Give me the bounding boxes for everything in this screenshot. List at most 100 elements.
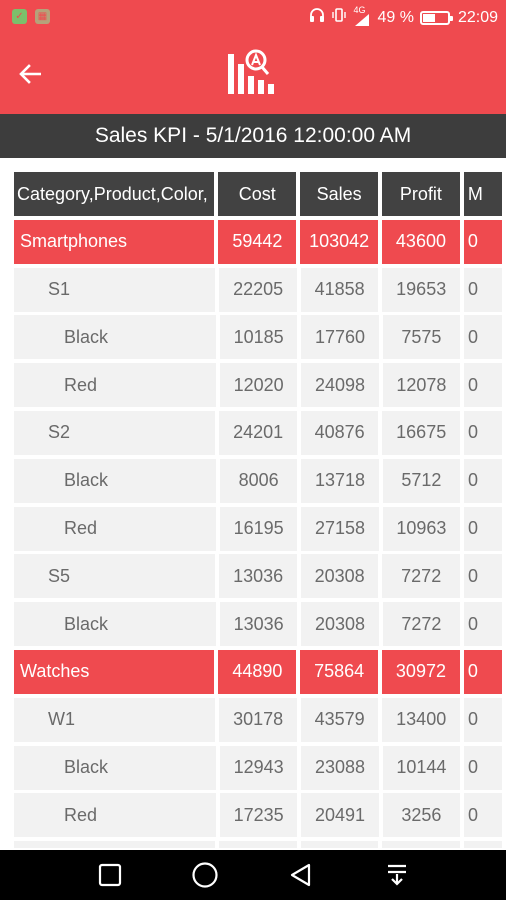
cost-cell: 12020 [219, 363, 298, 408]
row-label: Black [14, 602, 216, 647]
sales-cell: 41858 [300, 267, 379, 312]
more-cell: 0 [463, 554, 502, 599]
clock: 22:09 [457, 8, 498, 26]
cost-cell: 17235 [219, 793, 298, 838]
back-button[interactable] [14, 58, 46, 90]
table-row[interactable]: Black 13036 20308 7272 0 [14, 602, 506, 650]
header-category[interactable]: Category,Product,Color, [14, 172, 215, 216]
table-row[interactable]: Red 17235 20491 3256 0 [14, 793, 506, 841]
cost-cell: 22205 [219, 267, 297, 312]
sales-cell: 103042 [300, 219, 379, 264]
cost-cell: 16195 [219, 506, 298, 551]
sales-cell: 40876 [300, 410, 379, 455]
more-cell: 0 [464, 363, 503, 408]
cost-cell [219, 841, 297, 848]
profit-cell: 5712 [382, 458, 461, 503]
header-more[interactable]: M [463, 172, 502, 216]
more-cell: 0 [464, 458, 503, 503]
battery-percent: 49 % [377, 8, 414, 26]
notifications-button[interactable] [382, 860, 412, 890]
sales-cell: 20308 [301, 602, 379, 647]
sales-cell: 43579 [300, 697, 379, 742]
table-row[interactable]: Black 12943 23088 10144 0 [14, 745, 506, 794]
sales-cell: 13718 [301, 458, 379, 503]
signal-icon: 4G [353, 5, 371, 27]
more-cell [463, 841, 502, 848]
profit-cell: 13400 [382, 697, 460, 742]
profit-cell: 43600 [382, 219, 460, 264]
recents-square-icon [98, 863, 122, 887]
more-cell: 0 [464, 315, 503, 360]
recents-button[interactable] [95, 860, 125, 890]
more-cell: 0 [463, 649, 503, 694]
cost-cell: 12943 [219, 745, 298, 790]
table-row[interactable]: S1 22205 41858 19653 0 [14, 267, 506, 316]
header-sales[interactable]: Sales [300, 172, 379, 216]
headphones-icon [309, 7, 325, 28]
table-row[interactable]: W1 30178 43579 13400 0 [14, 697, 506, 746]
security-shield-icon: ✓ [12, 9, 27, 24]
profit-cell [382, 841, 460, 848]
sales-cell [300, 841, 379, 848]
more-cell: 0 [463, 410, 502, 455]
row-label: Red [14, 506, 216, 551]
profit-cell: 10144 [382, 745, 461, 790]
cost-cell: 10185 [219, 315, 298, 360]
table-header-row: Category,Product,Color, Cost Sales Profi… [14, 172, 506, 220]
cost-cell: 44890 [218, 649, 297, 694]
arrow-left-icon [19, 64, 41, 84]
more-cell: 0 [463, 219, 503, 264]
cost-cell: 24201 [219, 410, 297, 455]
sales-cell: 20491 [301, 793, 379, 838]
cost-cell: 13036 [219, 554, 297, 599]
more-cell: 0 [463, 267, 502, 312]
vibrate-icon [331, 7, 347, 28]
notifications-pull-icon [388, 864, 406, 886]
table-row[interactable]: Black 10185 17760 7575 0 [14, 315, 506, 363]
row-label: W1 [14, 697, 216, 742]
row-label [14, 841, 216, 848]
table-row[interactable]: S2 24201 40876 16675 0 [14, 410, 506, 459]
profit-cell: 3256 [382, 793, 461, 838]
more-cell: 0 [464, 793, 503, 838]
header-cost[interactable]: Cost [218, 172, 297, 216]
cost-cell: 59442 [218, 219, 297, 264]
home-button[interactable] [190, 860, 220, 890]
battery-level-fill [422, 13, 435, 22]
sales-cell: 17760 [301, 315, 379, 360]
category-row[interactable]: Smartphones 59442 103042 43600 0 [14, 219, 506, 268]
table-row[interactable]: Red 12020 24098 12078 0 [14, 363, 506, 411]
status-bar: ✓ ▦ 4G 49 % 22:09 [0, 0, 506, 34]
profit-cell: 19653 [382, 267, 460, 312]
profit-cell: 7575 [382, 315, 461, 360]
row-label: Smartphones [14, 219, 215, 264]
notification-icons: ✓ ▦ [12, 9, 50, 24]
sales-cell: 20308 [300, 554, 379, 599]
kpi-table[interactable]: Category,Product,Color, Cost Sales Profi… [14, 172, 506, 848]
table-body: Smartphones 59442 103042 43600 0 S1 22205 41858… [14, 219, 506, 848]
row-label: S5 [14, 554, 216, 599]
cost-cell: 30178 [219, 697, 297, 742]
row-label: S1 [14, 267, 216, 312]
table-row[interactable]: S5 13036 20308 7272 0 [14, 554, 506, 602]
back-triangle-icon [290, 863, 311, 887]
row-label: Red [14, 363, 216, 408]
row-label: Black [14, 315, 216, 360]
row-label: Black [14, 745, 216, 790]
sales-cell: 27158 [301, 506, 379, 551]
header-profit[interactable]: Profit [382, 172, 460, 216]
profit-cell: 30972 [382, 649, 460, 694]
sales-kpi-logo-icon [224, 46, 278, 100]
table-row[interactable]: Red 16195 27158 10963 0 [14, 506, 506, 555]
nav-back-button[interactable] [286, 860, 316, 890]
row-label: Watches [14, 649, 215, 694]
table-row[interactable]: Black 8006 13718 5712 0 [14, 458, 506, 507]
page-title: Sales KPI - 5/1/2016 12:00:00 AM [0, 114, 506, 158]
profit-cell: 12078 [382, 363, 461, 408]
sales-cell: 24098 [301, 363, 379, 408]
category-row[interactable]: Watches 44890 75864 30972 0 [14, 649, 506, 698]
row-label: Red [14, 793, 216, 838]
profit-cell: 7272 [382, 554, 460, 599]
table-row[interactable] [14, 841, 506, 848]
row-label: Black [14, 458, 216, 503]
